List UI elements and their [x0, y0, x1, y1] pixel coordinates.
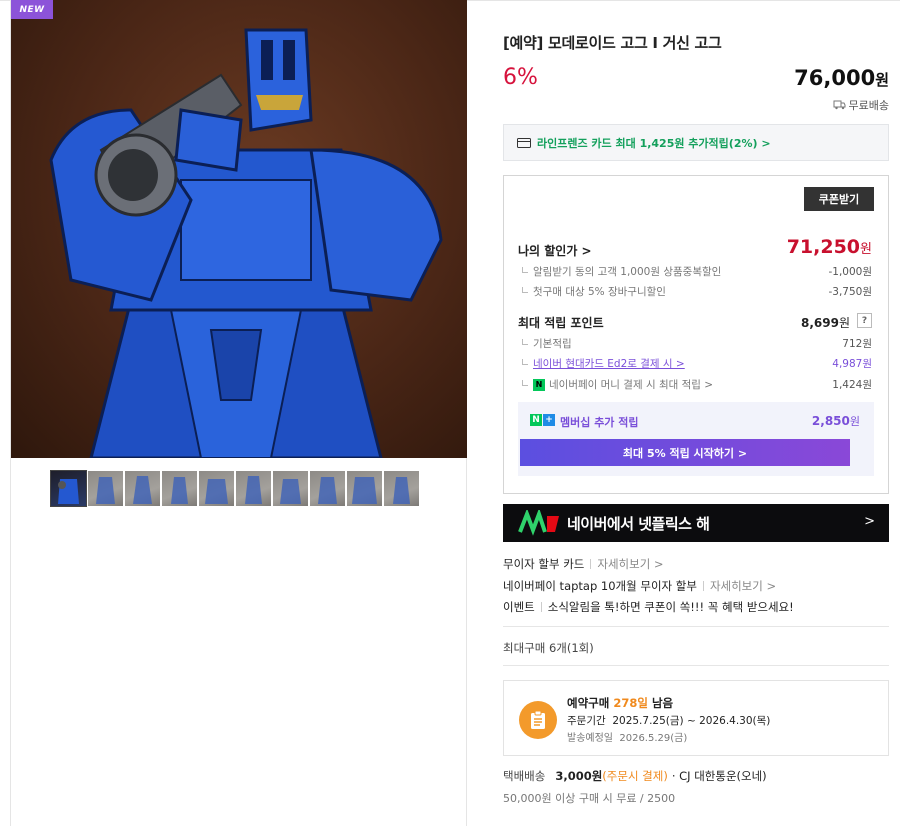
- help-icon[interactable]: ?: [857, 313, 872, 328]
- robot-figure-image: [49, 28, 443, 458]
- points-unit: 원: [838, 316, 850, 330]
- product-gallery: NEW: [10, 0, 467, 826]
- reservation-days: 278일: [613, 696, 648, 710]
- info-label: 이벤트: [503, 600, 535, 614]
- price-unit: 원: [875, 71, 889, 89]
- point-value: 4,987원: [832, 358, 872, 370]
- product-title: [예약] 모데로이드 고그 I 거신 고그: [503, 34, 722, 52]
- netflix-banner[interactable]: 네이버에서 넷플릭스 해 >: [503, 504, 889, 542]
- my-price-unit: 원: [860, 242, 872, 257]
- product-price: 76,000원: [794, 66, 889, 90]
- thumbnail-10[interactable]: [384, 471, 419, 506]
- chevron-right-icon: >: [864, 514, 875, 529]
- period-value: 2025.7.25(금) ~ 2026.4.30(목): [612, 715, 771, 727]
- thumbnail-7[interactable]: [273, 471, 308, 506]
- points-number: 8,699: [800, 316, 839, 330]
- coupon-button[interactable]: 쿠폰받기: [804, 187, 874, 211]
- point-value: 1,424원: [832, 379, 872, 391]
- reservation-suffix: 남음: [651, 696, 674, 710]
- thumbnail-5[interactable]: [199, 471, 234, 506]
- ship-date: 2026.5.29(금): [619, 733, 688, 744]
- point-label: 기본적립: [533, 338, 572, 350]
- free-shipping-condition: 50,000원 이상 구매 시 무료 / 2500: [503, 792, 676, 805]
- hyundai-card-link[interactable]: 네이버 현대카드 Ed2로 결제 시 >: [533, 356, 685, 371]
- shipping-info: 무료배송: [833, 97, 889, 113]
- netflix-banner-text: 네이버에서 넷플릭스 해: [567, 514, 710, 533]
- thumbnail-1[interactable]: [50, 470, 87, 507]
- discount-row: 알림받기 동의 고객 1,000원 상품중복할인: [522, 264, 721, 279]
- max-points-value: 8,699원: [801, 314, 850, 331]
- thumbnail-9[interactable]: [347, 471, 382, 506]
- npay-icon: N: [533, 378, 545, 391]
- period-label: 주문기간: [567, 715, 606, 727]
- membership-unit: 원: [849, 415, 860, 428]
- delivery-info: 택배배송 3,000원 (주문시 결제) · CJ 대한통운(오네): [503, 768, 767, 784]
- max-points-label: 최대 적립 포인트: [518, 316, 604, 330]
- card-promo-bar[interactable]: 라인프렌즈 카드 최대 1,425원 추가적립(2%) >: [503, 124, 889, 161]
- thumbnail-4[interactable]: [162, 471, 197, 506]
- my-discount-price: 71,250원: [787, 236, 872, 258]
- divider: [503, 626, 889, 627]
- info-installment: 무이자 할부 카드 자세히보기 >: [503, 556, 664, 572]
- thumbnail-6[interactable]: [236, 471, 271, 506]
- netflix-logo-icon: [517, 508, 563, 536]
- point-row: N 네이버페이 머니 결제 시 최대 적립 >: [522, 377, 713, 392]
- reservation-prefix: 예약구매: [567, 696, 610, 710]
- clipboard-icon: [519, 701, 557, 739]
- delivery-label: 택배배송: [503, 769, 546, 783]
- info-more-link[interactable]: 자세히보기 >: [597, 556, 663, 572]
- my-price-label[interactable]: 나의 할인가 >: [518, 242, 592, 259]
- membership-label: 멤버십 추가 적립: [560, 416, 639, 429]
- product-main-image[interactable]: NEW: [11, 0, 467, 458]
- discount-rate: 6%: [503, 65, 538, 90]
- info-event: 이벤트 소식알림을 톡!하면 쿠폰이 쏙!!! 꼭 혜택 받으세요!: [503, 599, 794, 615]
- new-badge: NEW: [11, 0, 53, 19]
- info-taptap: 네이버페이 taptap 10개월 무이자 할부 자세히보기 >: [503, 578, 776, 594]
- info-label: 무이자 할부 카드: [503, 557, 585, 571]
- credit-card-icon: [517, 137, 531, 148]
- discount-label: 첫구매 대상 5% 장바구니할인: [533, 286, 666, 298]
- thumbnail-2[interactable]: [88, 471, 123, 506]
- membership-panel: N + 멤버십 추가 적립 2,850원 최대 5% 적립 시작하기 >: [518, 402, 874, 476]
- discount-label: 알림받기 동의 고객 1,000원 상품중복할인: [533, 266, 722, 278]
- thumbnail-3[interactable]: [125, 471, 160, 506]
- info-label: 네이버페이 taptap 10개월 무이자 할부: [503, 579, 697, 593]
- reservation-box: 예약구매 278일 남음 주문기간 2025.7.25(금) ~ 2026.4.…: [503, 680, 889, 756]
- price-value: 76,000: [794, 66, 876, 90]
- divider: [503, 665, 889, 666]
- reservation-ship-date: 발송예정일 2026.5.29(금): [567, 729, 687, 744]
- ship-label: 발송예정일: [567, 733, 613, 744]
- truck-icon: [833, 100, 846, 110]
- point-value: 712원: [842, 338, 872, 350]
- delivery-carrier: · CJ 대한통운(오네): [671, 769, 767, 783]
- membership-number: 2,850: [811, 414, 850, 428]
- membership-value: 2,850원: [812, 413, 860, 429]
- point-row: 네이버 현대카드 Ed2로 결제 시 >: [522, 356, 685, 371]
- delivery-amount: 3,000원: [555, 769, 603, 783]
- event-text[interactable]: 소식알림을 톡!하면 쿠폰이 쏙!!! 꼭 혜택 받으세요!: [548, 599, 794, 615]
- card-promo-text: 라인프렌즈 카드 최대 1,425원 추가적립(2%) >: [537, 136, 771, 150]
- my-price-value: 71,250: [786, 236, 861, 258]
- thumbnail-8[interactable]: [310, 471, 345, 506]
- info-more-link[interactable]: 자세히보기 >: [710, 578, 776, 594]
- thumbnail-strip: [50, 470, 419, 507]
- discount-value: -1,000원: [828, 266, 872, 278]
- delivery-note: (주문시 결제): [602, 769, 668, 783]
- reservation-title: 예약구매 278일 남음: [567, 695, 673, 711]
- naver-plus-icon: N +: [530, 414, 555, 426]
- discount-row: 첫구매 대상 5% 장바구니할인: [522, 284, 666, 299]
- npay-money-link[interactable]: 네이버페이 머니 결제 시 최대 적립 >: [549, 377, 713, 392]
- shipping-text: 무료배송: [848, 99, 889, 112]
- reservation-period: 주문기간 2025.7.25(금) ~ 2026.4.30(목): [567, 713, 770, 728]
- point-row: 기본적립: [522, 336, 572, 351]
- max-purchase: 최대구매 6개(1회): [503, 641, 594, 655]
- discount-value: -3,750원: [828, 286, 872, 298]
- benefit-box: 쿠폰받기 나의 할인가 > 71,250원 알림받기 동의 고객 1,000원 …: [503, 175, 889, 494]
- membership-start-button[interactable]: 최대 5% 적립 시작하기 >: [520, 439, 850, 466]
